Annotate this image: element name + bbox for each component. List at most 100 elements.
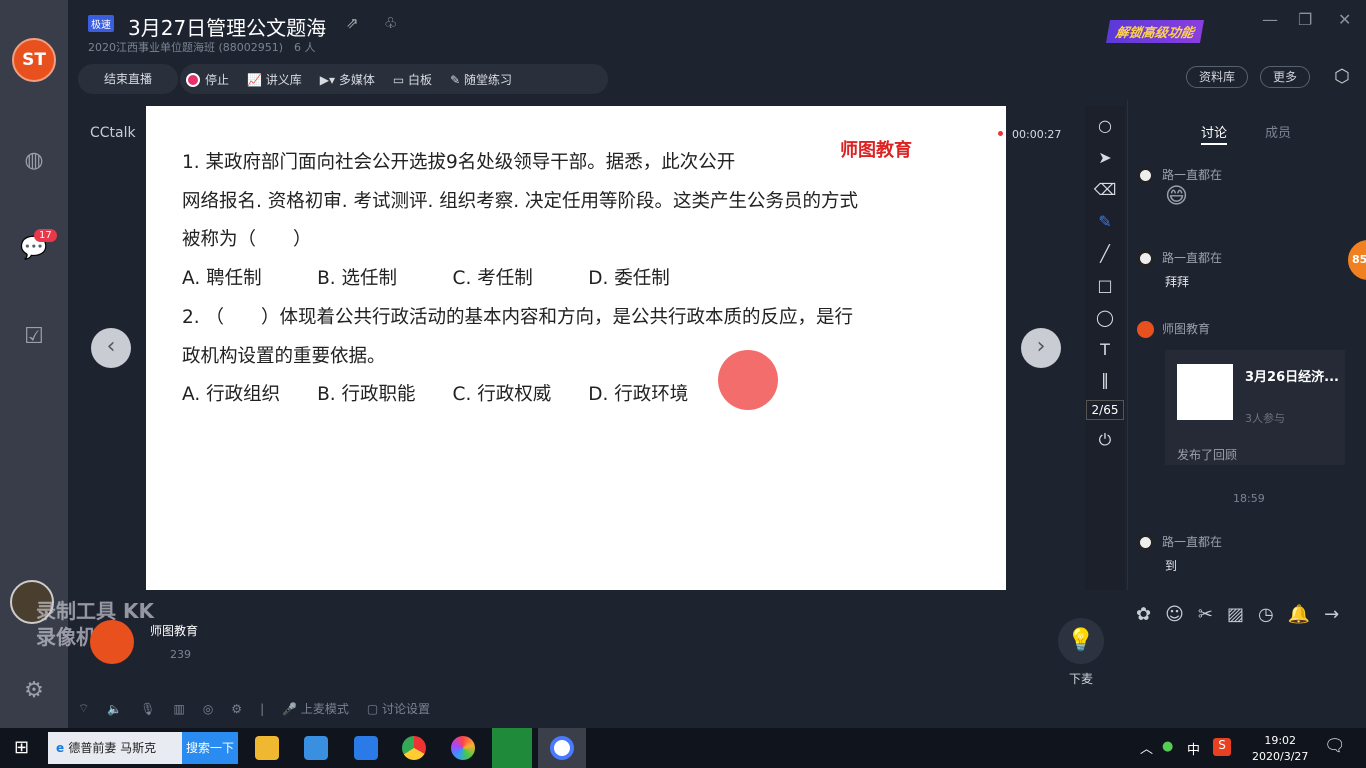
- page-title: 3月27日管理公文题海: [128, 16, 327, 40]
- replay-participants: 3人参与: [1245, 412, 1285, 425]
- recording-dot: [998, 131, 1003, 136]
- wifi-icon: ⌔: [78, 701, 90, 715]
- end-live-button[interactable]: 结束直播: [78, 64, 178, 94]
- follow-icon[interactable]: ♧: [384, 14, 397, 32]
- avatar: [1137, 534, 1154, 551]
- pointer-icon[interactable]: ➤: [1085, 148, 1125, 167]
- video-app-icon[interactable]: [304, 736, 328, 760]
- chat-timestamp: 18:59: [1233, 492, 1265, 505]
- send-arrow-icon[interactable]: →: [1324, 604, 1339, 625]
- ie-icon: e: [56, 741, 69, 755]
- practice-button[interactable]: ✎ 随堂练习: [450, 71, 512, 88]
- ime-indicator[interactable]: 中: [1187, 739, 1200, 758]
- replay-thumbnail: [1177, 364, 1233, 420]
- host-avatar: [90, 620, 134, 664]
- pause-icon[interactable]: ‖: [1085, 370, 1125, 389]
- planet-icon[interactable]: ◍: [20, 148, 48, 176]
- gear-icon[interactable]: ⚙: [231, 702, 242, 716]
- class-info: 2020江西事业单位题海班 (88002951) 6 人: [88, 41, 316, 54]
- page-indicator: 2/65: [1086, 400, 1124, 420]
- speed-tag: 极速: [88, 15, 114, 32]
- slide-line: 政机构设置的重要依据。: [182, 346, 386, 367]
- windows-start-icon[interactable]: ⊞: [14, 737, 29, 758]
- leave-mic-button[interactable]: 💡: [1058, 618, 1104, 664]
- slide-line: 网络报名. 资格初审. 考试测评. 组织考察. 决定任用等阶段。这类产生公务员的…: [182, 191, 859, 212]
- flower-icon[interactable]: ✿: [1136, 604, 1151, 625]
- discussion-settings-button[interactable]: ▢ 讨论设置: [367, 700, 430, 717]
- browser-icon[interactable]: [451, 736, 475, 760]
- taskbar-search-button[interactable]: 搜索一下: [182, 732, 238, 764]
- media-button[interactable]: ▶▾ 多媒体: [320, 71, 375, 88]
- bell-icon[interactable]: 🔔: [1288, 604, 1310, 625]
- live-toolbar: 停止 📈 讲义库 ▶▾ 多媒体 ▭ 白板 ✎ 随堂练习: [180, 64, 608, 94]
- live-timer: 00:00:27: [1012, 128, 1062, 141]
- chat-message: 师图教育: [1137, 320, 1210, 338]
- rectangle-icon[interactable]: □: [1085, 276, 1125, 295]
- replay-card[interactable]: 3月26日经济... 3人参与 发布了回顾: [1165, 350, 1345, 465]
- ellipse-icon[interactable]: ◯: [1085, 308, 1125, 327]
- prev-slide-button[interactable]: ‹: [91, 328, 131, 368]
- notification-icon[interactable]: 🗨: [1324, 736, 1346, 756]
- taskbar-clock[interactable]: 19:02 2020/3/27: [1252, 733, 1308, 765]
- text-icon[interactable]: T: [1085, 340, 1125, 359]
- cctalk-label: CCtalk: [90, 125, 136, 141]
- pen-icon[interactable]: ✎: [1085, 212, 1125, 231]
- unlock-premium-banner[interactable]: 解锁高级功能: [1105, 20, 1205, 43]
- next-slide-button[interactable]: ›: [1021, 328, 1061, 368]
- camera-icon[interactable]: ◎: [203, 702, 213, 716]
- calendar-check-icon[interactable]: ☑: [20, 324, 48, 352]
- unread-badge: 17: [34, 229, 57, 242]
- hexagon-settings-icon[interactable]: ⬡: [1334, 66, 1350, 87]
- speaker-icon[interactable]: 🔈: [107, 702, 122, 716]
- wechat-tray-icon[interactable]: ●: [1162, 739, 1173, 754]
- mic-mode-button[interactable]: 🎤 上麦模式: [282, 700, 349, 717]
- laser-pointer: [718, 350, 778, 410]
- emoji-icon[interactable]: ☺: [1165, 604, 1184, 625]
- slide-line: A. 聘任制 B. 选任制 C. 考任制 D. 委任制: [182, 268, 670, 289]
- avatar: [1137, 167, 1154, 184]
- zoom-icon[interactable]: ○: [1085, 116, 1125, 135]
- image-icon[interactable]: ▨: [1227, 604, 1244, 625]
- file-explorer-icon[interactable]: [255, 736, 279, 760]
- taskbar-search-input[interactable]: e 德普前妻 马斯克: [48, 732, 182, 764]
- host-name: 师图教育: [150, 624, 199, 638]
- chat-message: 路一直都在 😄: [1137, 166, 1222, 209]
- avatar: [1137, 250, 1154, 267]
- chat-message: 路一直都在 拜拜: [1137, 249, 1222, 290]
- chat-message: 路一直都在到: [1137, 533, 1222, 574]
- wps-icon[interactable]: [354, 736, 378, 760]
- bottom-controls: ⌔ 🔈 🎙 ▥ ◎ ⚙ | 🎤 上麦模式 ▢ 讨论设置: [78, 700, 430, 717]
- slide-brand-logo: 师图教育: [840, 140, 912, 161]
- maximize-button[interactable]: ❐: [1298, 10, 1312, 29]
- line-icon[interactable]: ╱: [1085, 244, 1125, 263]
- stop-button[interactable]: 停止: [186, 71, 229, 88]
- whiteboard-button[interactable]: ▭ 白板: [393, 71, 432, 88]
- wechat-work-icon[interactable]: [492, 728, 532, 768]
- microphone-icon[interactable]: 🎙: [140, 702, 155, 716]
- scissors-icon[interactable]: ✂: [1198, 604, 1213, 625]
- power-icon[interactable]: ⏻: [1085, 430, 1125, 450]
- more-button[interactable]: 更多: [1260, 66, 1310, 88]
- slide-line: 1. 某政府部门面向社会公开选拔9名处级领导干部。据悉，此次公开: [182, 152, 736, 173]
- avatar: [1137, 321, 1154, 338]
- sogou-icon[interactable]: S: [1213, 738, 1231, 756]
- cctalk-taskbar-icon[interactable]: [538, 728, 586, 768]
- tab-discussion[interactable]: 讨论: [1201, 122, 1228, 145]
- clock-icon[interactable]: ◷: [1258, 604, 1274, 625]
- share-icon[interactable]: ⇗: [346, 14, 359, 32]
- eraser-icon[interactable]: ⌫: [1085, 180, 1125, 199]
- handouts-button[interactable]: 📈 讲义库: [247, 71, 302, 88]
- settings-icon[interactable]: ⚙: [20, 678, 48, 706]
- org-logo: ST: [12, 38, 56, 82]
- slide-line: 2. （ ）体现着公共行政活动的基本内容和方向，是公共行政本质的反应，是行: [182, 307, 854, 328]
- minimize-button[interactable]: —: [1262, 10, 1278, 29]
- divider: |: [260, 701, 265, 716]
- tab-members[interactable]: 成员: [1265, 122, 1291, 141]
- close-button[interactable]: ✕: [1338, 10, 1351, 29]
- record-icon: [186, 73, 200, 87]
- library-button[interactable]: 资料库: [1186, 66, 1248, 88]
- equalizer-icon[interactable]: ▥: [173, 702, 184, 716]
- slide-line: 被称为（ ）: [182, 229, 312, 250]
- tray-chevron-icon[interactable]: ︿: [1140, 738, 1153, 757]
- chrome-icon[interactable]: [402, 736, 426, 760]
